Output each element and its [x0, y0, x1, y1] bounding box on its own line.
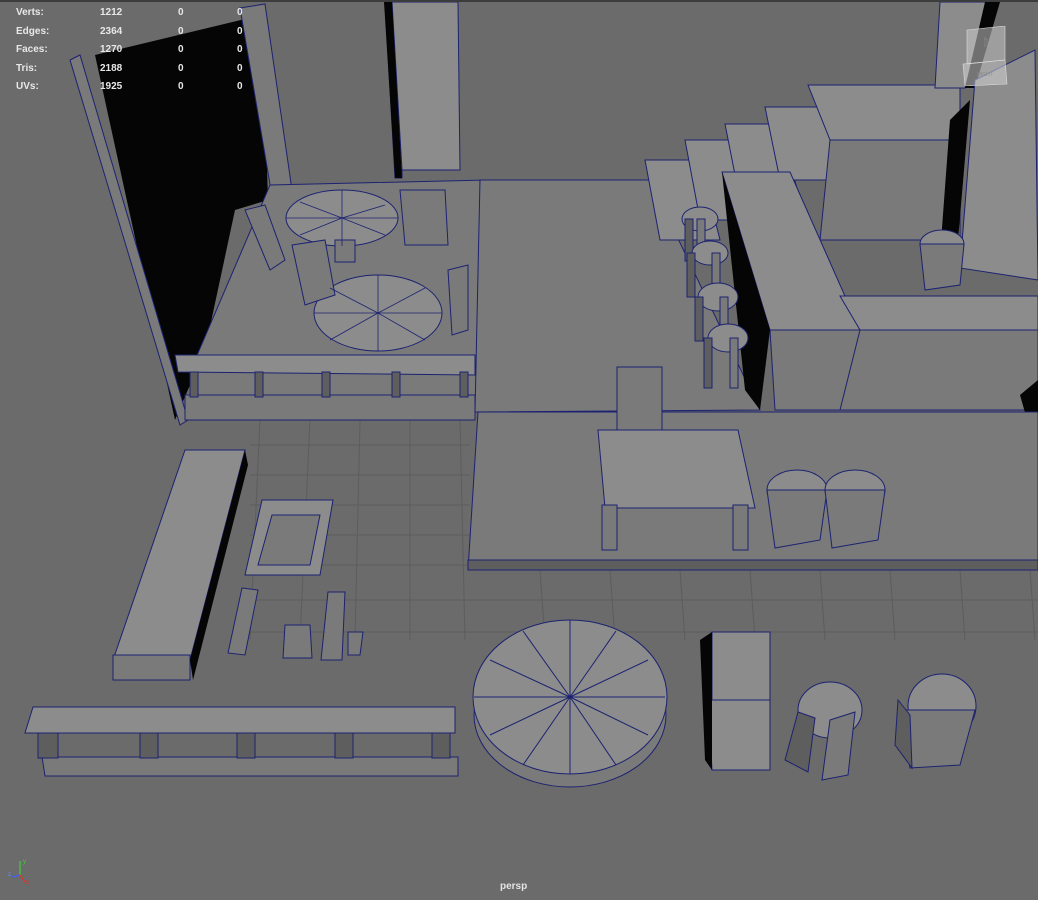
viewcube-top-label: TOP [984, 36, 990, 47]
scene-wireframe[interactable]: .w{stroke:#1c2270;stroke-width:1;} .lt{f… [0, 0, 1038, 900]
hud-value: 2364 [100, 25, 123, 37]
hud-value: 0 [237, 44, 243, 55]
hud-value: 1270 [100, 44, 123, 55]
loose-railing[interactable] [24, 706, 459, 777]
x-axis-line [19, 874, 26, 883]
poly-count-hud: Verts: 1212 0 0 Edges: 2364 0 0 Faces: 1… [16, 4, 276, 97]
hud-label: UVs: [16, 81, 39, 92]
camera-label: persp [500, 881, 528, 892]
large-round-tabletop[interactable] [472, 619, 668, 788]
hud-value: 0 [178, 25, 184, 37]
hud-label: Verts: [16, 7, 44, 18]
hud-value: 0 [237, 7, 243, 18]
axis-gizmo: y z x [8, 859, 29, 885]
y-axis-label: y [23, 859, 26, 865]
hud-label: Faces: [16, 44, 48, 55]
viewport-top-border [0, 0, 1038, 2]
loose-chair[interactable] [700, 631, 771, 771]
hud-value: 2188 [100, 62, 123, 74]
barrel-top-right [919, 229, 965, 291]
loose-barrel[interactable] [894, 673, 977, 770]
hud-label: Tris: [16, 62, 38, 74]
view-cube[interactable]: TOP RIGHT [961, 26, 1009, 86]
hud-value: 1925 [100, 81, 123, 92]
hud-value: 0 [237, 62, 243, 74]
lower-terrace-floor[interactable] [467, 411, 1038, 571]
hud-label: Edges: [16, 25, 50, 37]
hud-value: 0 [237, 81, 243, 92]
bottles[interactable] [227, 587, 364, 661]
hud-row-verts: Verts: 1212 0 0 [16, 4, 276, 23]
bench-long[interactable] [112, 449, 248, 681]
hud-row-edges: Edges: 2364 0 0 [16, 23, 276, 42]
hud-value: 0 [178, 7, 184, 18]
hud-value: 0 [178, 81, 184, 92]
hud-row-tris: Tris: 2188 0 0 [16, 60, 276, 79]
hud-value: 0 [178, 62, 184, 74]
hud-value: 0 [237, 25, 243, 37]
hud-row-faces: Faces: 1270 0 0 [16, 41, 276, 60]
hud-row-uvs: UVs: 1925 0 0 [16, 78, 276, 97]
hud-value: 1212 [100, 7, 123, 18]
perspective-viewport[interactable]: .w{stroke:#1c2270;stroke-width:1;} .lt{f… [0, 0, 1038, 900]
x-axis-label: x [26, 880, 29, 885]
hud-value: 0 [178, 44, 184, 55]
z-axis-line [11, 874, 21, 878]
z-axis-label: z [8, 872, 11, 878]
loose-stool[interactable] [784, 681, 863, 781]
viewcube-front-label: RIGHT [977, 72, 993, 78]
tray[interactable] [244, 499, 334, 576]
